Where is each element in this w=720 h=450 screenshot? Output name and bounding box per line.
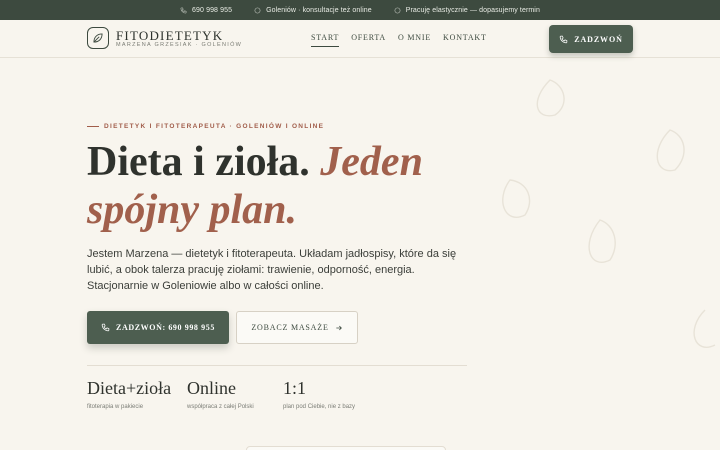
- logo-mark[interactable]: [87, 27, 109, 49]
- nav-start[interactable]: START: [311, 33, 340, 47]
- stat-label: współpraca z całej Polski: [187, 404, 254, 410]
- stat-one-on-one: 1:1 plan pod Ciebie, nie z bazy: [283, 378, 355, 410]
- nav-o-mnie[interactable]: O MNIE: [398, 33, 431, 47]
- bottom-card-edge: [246, 446, 446, 450]
- stat-diet-herbs: Dieta+zioła fitoterapia w pakiecie: [87, 378, 171, 410]
- hero-lead: Jestem Marzena — dietetyk i fitoterapeut…: [87, 248, 457, 292]
- see-massages-label: ZOBACZ MASAŻE: [251, 323, 329, 332]
- site-header: FITODIETETYK MARZENA GRZESIAK · GOLENIÓW…: [0, 20, 720, 58]
- stat-label: fitoterapia w pakiecie: [87, 404, 144, 410]
- hero-call-label: ZADZWOŃ: 690 998 955: [116, 323, 215, 332]
- hero-eyebrow: DIETETYK I FITOTERAPEUTA · GOLENIÓW I ON…: [87, 123, 324, 130]
- phone-icon: [101, 323, 110, 332]
- header-call-button[interactable]: ZADZWOŃ: [549, 25, 633, 53]
- topbar-hours: Pracuję elastycznie — dopasujemy termin: [394, 7, 540, 14]
- arrow-right-icon: [335, 325, 342, 330]
- topbar-phone-text: 690 998 955: [192, 6, 233, 14]
- stat-online: Online współpraca z całej Polski: [187, 378, 254, 410]
- headline-plain: Dieta i zioła.: [87, 139, 310, 185]
- hero-call-button[interactable]: ZADZWOŃ: 690 998 955: [87, 311, 229, 344]
- nav-oferta[interactable]: OFERTA: [351, 33, 386, 47]
- top-info-bar: 690 998 955 Goleniów · konsultacje też o…: [0, 0, 720, 20]
- stat-label: plan pod Ciebie, nie z bazy: [283, 404, 356, 410]
- nav-kontakt[interactable]: KONTAKT: [443, 33, 487, 47]
- phone-icon: [559, 35, 568, 43]
- hero-divider: [87, 365, 467, 366]
- topbar-phone[interactable]: 690 998 955: [180, 7, 232, 14]
- eyebrow-line: [87, 126, 99, 127]
- phone-icon: [180, 7, 187, 13]
- decorative-leaves: [502, 79, 716, 348]
- brand-subtitle: MARZENA GRZESIAK · GOLENIÓW: [116, 42, 243, 48]
- main-nav: START OFERTA O MNIE KONTAKT: [311, 33, 487, 47]
- hero-headline: Dieta i zioła. Jeden spójny plan.: [87, 138, 477, 234]
- stat-value: 1:1: [283, 378, 307, 398]
- see-massages-button[interactable]: ZOBACZ MASAŻE: [236, 311, 358, 344]
- clock-icon: [394, 7, 401, 13]
- topbar-hours-text: Pracuję elastycznie — dopasujemy termin: [405, 6, 540, 14]
- stat-value: Dieta+zioła: [87, 378, 172, 398]
- topbar-location: Goleniów · konsultacje też online: [254, 7, 372, 14]
- topbar-location-text: Goleniów · konsultacje też online: [266, 6, 372, 14]
- leaf-icon: [93, 33, 103, 43]
- stat-value: Online: [187, 378, 236, 398]
- eyebrow-text: DIETETYK I FITOTERAPEUTA · GOLENIÓW I ON…: [104, 123, 325, 130]
- location-icon: [254, 7, 261, 13]
- header-call-label: ZADZWOŃ: [574, 34, 623, 44]
